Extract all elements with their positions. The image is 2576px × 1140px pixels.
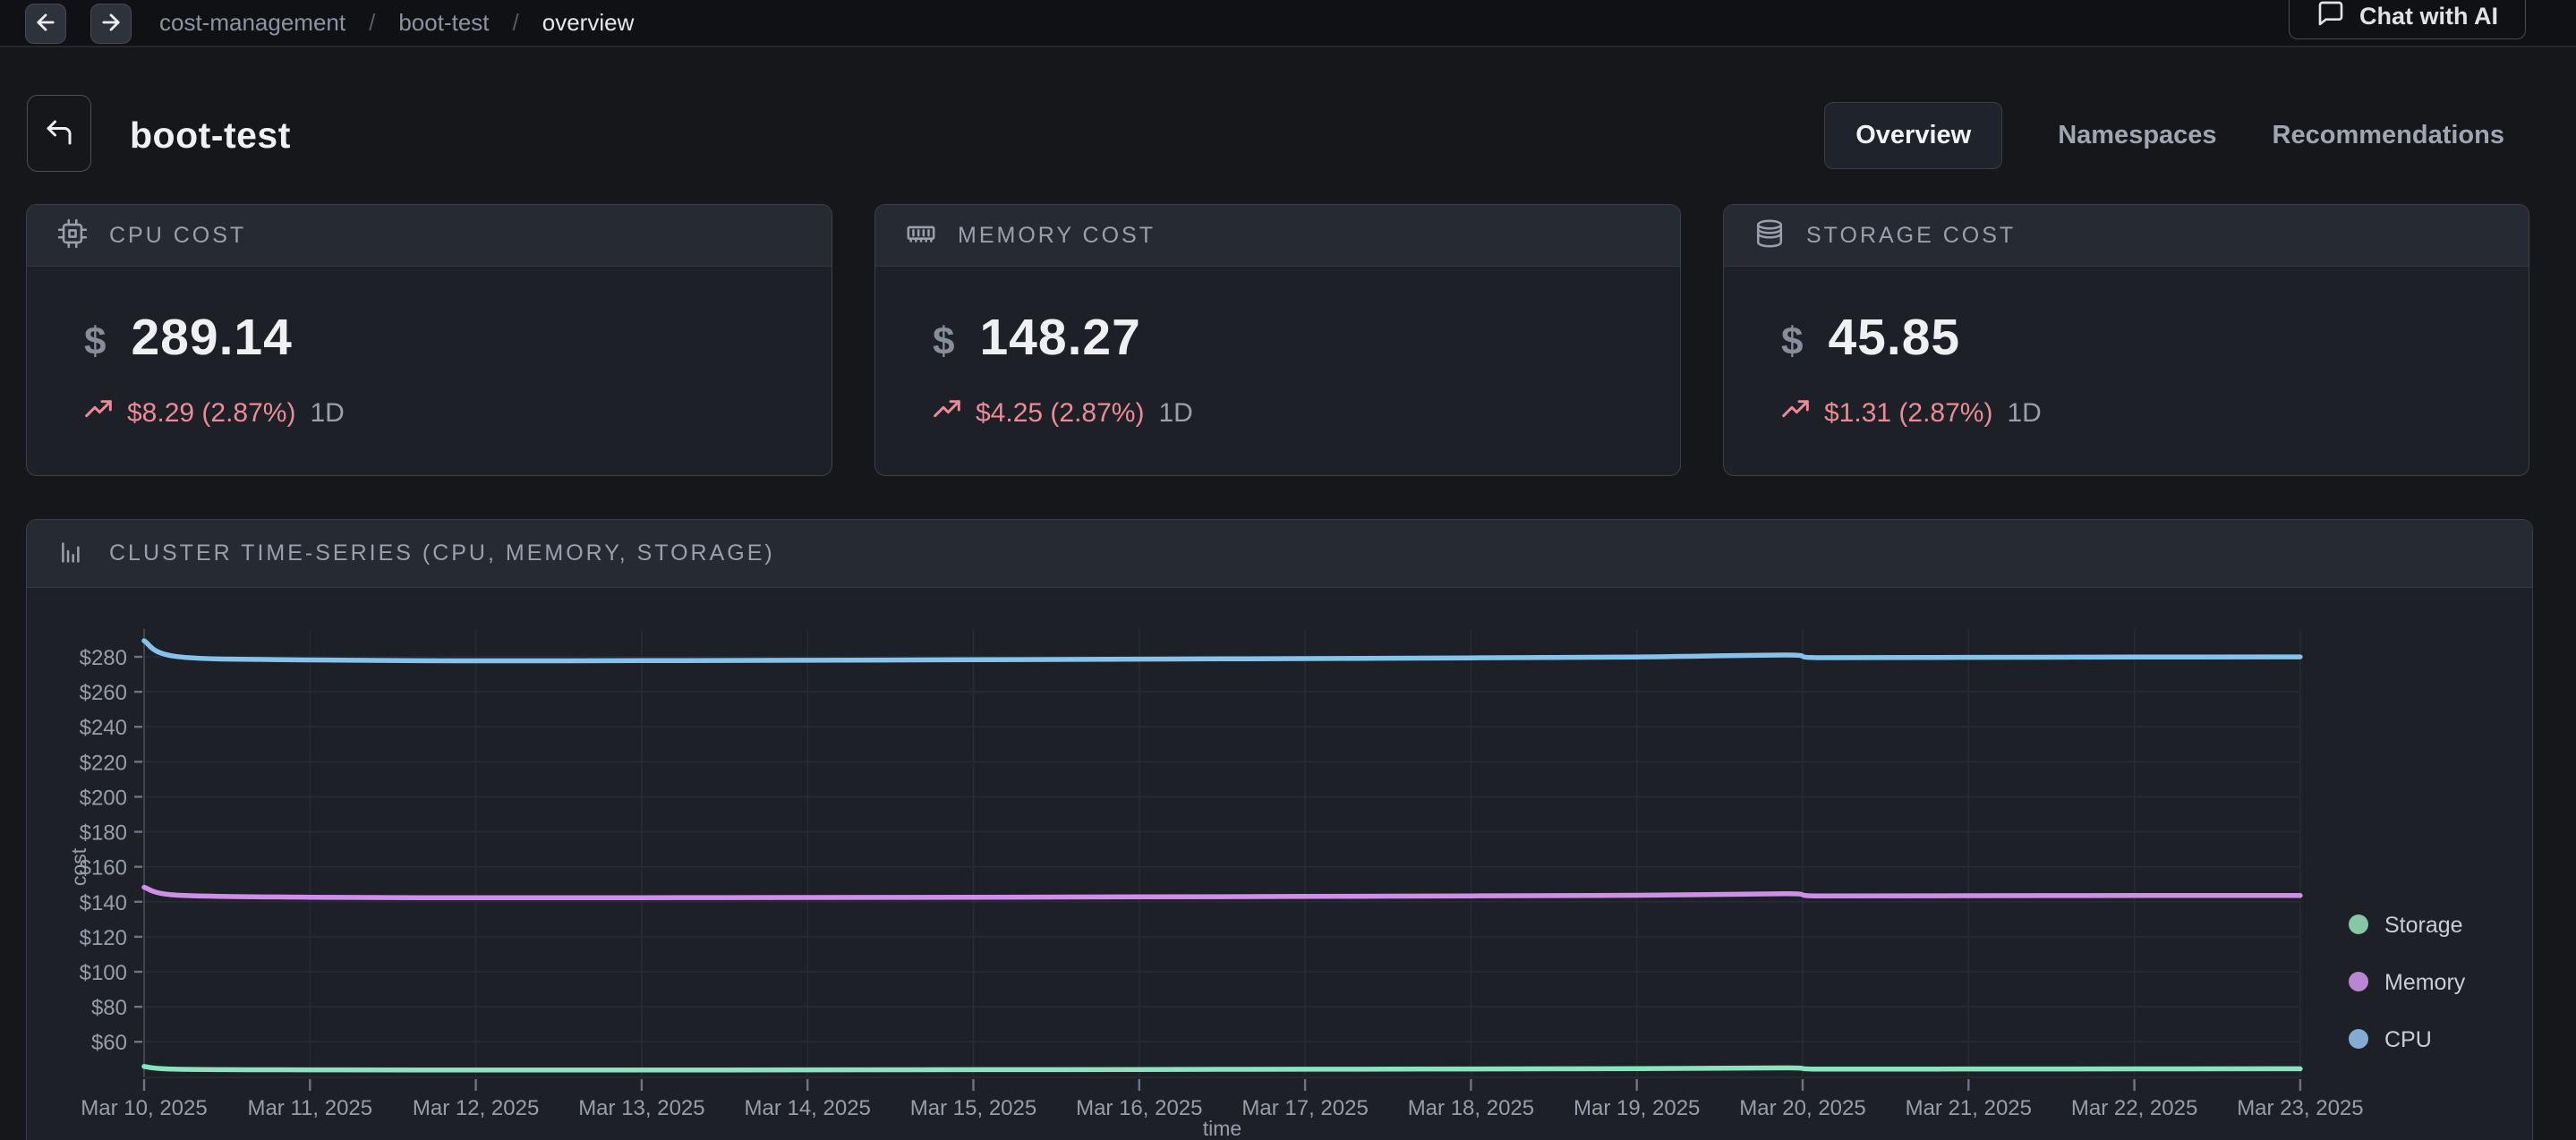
- cluster-timeseries-card: CLUSTER TIME-SERIES (CPU, MEMORY, STORAG…: [26, 519, 2533, 1140]
- storage-cost-label: STORAGE COST: [1806, 223, 2016, 249]
- svg-text:cost: cost: [67, 847, 90, 886]
- memory-cost-body: $ 148.27 $4.25 (2.87%) 1D: [875, 267, 1680, 431]
- cpu-cost-period: 1D: [310, 398, 344, 429]
- history-forward-button[interactable]: [90, 4, 132, 44]
- tab-namespaces[interactable]: Namespaces: [2058, 121, 2216, 150]
- svg-text:$120: $120: [80, 926, 127, 950]
- svg-text:Mar 12, 2025: Mar 12, 2025: [413, 1096, 539, 1120]
- breadcrumb-item-boot-test[interactable]: boot-test: [398, 9, 489, 37]
- return-arrow-icon: [43, 116, 75, 151]
- page-tabs: Overview Namespaces Recommendations: [1824, 102, 2504, 169]
- svg-text:Mar 18, 2025: Mar 18, 2025: [1408, 1096, 1534, 1120]
- svg-text:$260: $260: [80, 681, 127, 705]
- breadcrumb-item-cost-management[interactable]: cost-management: [159, 9, 345, 37]
- history-back-button[interactable]: [25, 4, 66, 44]
- trending-up-icon: [1781, 396, 1810, 431]
- cluster-timeseries-header: CLUSTER TIME-SERIES (CPU, MEMORY, STORAG…: [27, 520, 2532, 588]
- chat-bubble-icon: [2316, 0, 2345, 34]
- cost-dashboard-screen: cost-management / boot-test / overview C…: [0, 0, 2576, 1140]
- cluster-timeseries-title: CLUSTER TIME-SERIES (CPU, MEMORY, STORAG…: [109, 540, 775, 566]
- breadcrumb-separator: /: [369, 9, 375, 37]
- svg-text:$140: $140: [80, 891, 127, 915]
- chat-with-ai-button[interactable]: Chat with AI: [2289, 0, 2526, 39]
- storage-cost-value: 45.85: [1828, 308, 1960, 367]
- page-back-button[interactable]: [27, 95, 91, 172]
- currency-symbol: $: [933, 319, 954, 364]
- storage-cost-delta: $1.31 (2.87%): [1824, 398, 1992, 429]
- svg-text:Mar 23, 2025: Mar 23, 2025: [2237, 1096, 2363, 1120]
- tab-overview[interactable]: Overview: [1824, 102, 2002, 169]
- svg-text:Mar 22, 2025: Mar 22, 2025: [2071, 1096, 2197, 1120]
- breadcrumb-item-overview[interactable]: overview: [542, 9, 635, 37]
- page-title: boot-test: [130, 115, 291, 157]
- cpu-cost-body: $ 289.14 $8.29 (2.87%) 1D: [27, 267, 832, 431]
- memory-cost-period: 1D: [1158, 398, 1192, 429]
- memory-cost-card: MEMORY COST $ 148.27 $4.25 (2.87%) 1D: [874, 204, 1681, 476]
- trending-up-icon: [933, 396, 961, 431]
- storage-cost-body: $ 45.85 $1.31 (2.87%) 1D: [1724, 267, 2529, 431]
- svg-text:Mar 20, 2025: Mar 20, 2025: [1739, 1096, 1865, 1120]
- storage-cost-card-header: STORAGE COST: [1724, 205, 2529, 267]
- top-navigation-bar: cost-management / boot-test / overview C…: [0, 0, 2576, 47]
- memory-cost-label: MEMORY COST: [958, 223, 1156, 249]
- svg-text:CPU: CPU: [2384, 1027, 2432, 1052]
- svg-text:Mar 15, 2025: Mar 15, 2025: [910, 1096, 1036, 1120]
- svg-text:$280: $280: [80, 646, 127, 670]
- breadcrumb-separator: /: [513, 9, 519, 37]
- cpu-cost-card-header: CPU COST: [27, 205, 832, 267]
- svg-text:Mar 11, 2025: Mar 11, 2025: [247, 1096, 372, 1120]
- trending-up-icon: [84, 396, 113, 431]
- memory-icon: [906, 218, 936, 253]
- svg-text:Mar 10, 2025: Mar 10, 2025: [81, 1096, 207, 1120]
- bar-chart-icon: [57, 536, 88, 571]
- svg-text:Storage: Storage: [2384, 913, 2463, 938]
- arrow-left-icon: [33, 10, 58, 38]
- svg-text:Mar 19, 2025: Mar 19, 2025: [1574, 1096, 1700, 1120]
- memory-cost-delta: $4.25 (2.87%): [976, 398, 1144, 429]
- svg-text:$100: $100: [80, 961, 127, 985]
- svg-text:Mar 14, 2025: Mar 14, 2025: [744, 1096, 870, 1120]
- memory-cost-card-header: MEMORY COST: [875, 205, 1680, 267]
- cpu-cost-label: CPU COST: [109, 223, 246, 249]
- database-icon: [1754, 218, 1785, 253]
- svg-text:$240: $240: [80, 716, 127, 740]
- svg-text:$80: $80: [91, 996, 127, 1020]
- svg-text:$180: $180: [80, 821, 127, 846]
- memory-cost-value: 148.27: [979, 308, 1140, 367]
- cpu-cost-value: 289.14: [131, 308, 292, 367]
- cpu-icon: [57, 218, 88, 253]
- storage-cost-card: STORAGE COST $ 45.85 $1.31 (2.87%) 1D: [1723, 204, 2529, 476]
- cpu-cost-card: CPU COST $ 289.14 $8.29 (2.87%) 1D: [26, 204, 832, 476]
- currency-symbol: $: [1781, 319, 1803, 364]
- svg-text:Mar 21, 2025: Mar 21, 2025: [1906, 1096, 2032, 1120]
- breadcrumb: cost-management / boot-test / overview: [159, 0, 634, 46]
- currency-symbol: $: [84, 319, 106, 364]
- svg-text:Memory: Memory: [2384, 970, 2466, 995]
- svg-text:$200: $200: [80, 786, 127, 810]
- cost-summary-cards: CPU COST $ 289.14 $8.29 (2.87%) 1D: [26, 204, 2529, 476]
- svg-text:Mar 17, 2025: Mar 17, 2025: [1241, 1096, 1368, 1120]
- tab-recommendations[interactable]: Recommendations: [2273, 121, 2504, 150]
- svg-text:Mar 16, 2025: Mar 16, 2025: [1076, 1096, 1202, 1120]
- cpu-cost-delta: $8.29 (2.87%): [127, 398, 295, 429]
- svg-text:time: time: [1203, 1117, 1241, 1140]
- cluster-timeseries-plot: $280$260$240$220$200$180$160$140$120$100…: [27, 588, 2534, 1140]
- svg-text:$220: $220: [80, 751, 127, 775]
- arrow-right-icon: [98, 10, 124, 38]
- svg-text:$60: $60: [91, 1031, 127, 1055]
- storage-cost-period: 1D: [2007, 398, 2041, 429]
- svg-text:Mar 13, 2025: Mar 13, 2025: [578, 1096, 704, 1120]
- chat-with-ai-label: Chat with AI: [2359, 3, 2498, 30]
